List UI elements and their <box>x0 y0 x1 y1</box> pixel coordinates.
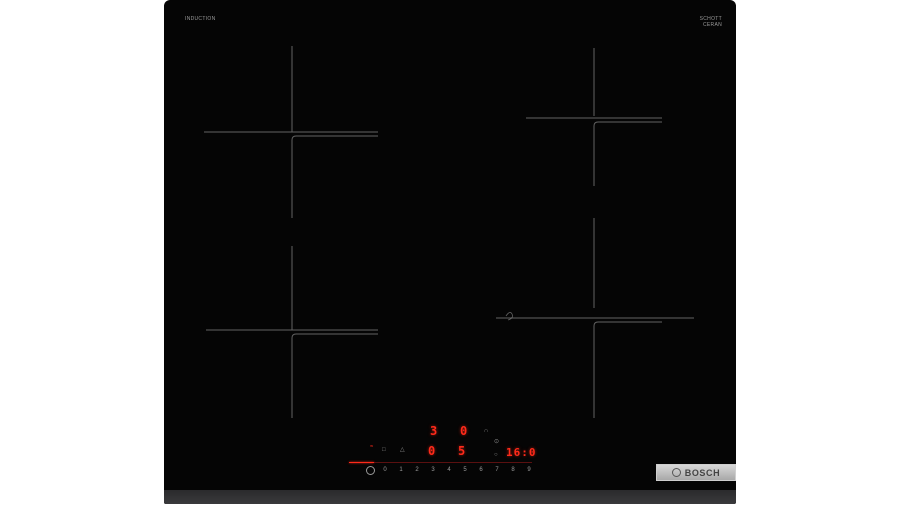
flex-zone-icon[interactable]: ∩ <box>484 428 488 434</box>
power-level-4[interactable]: 4 <box>444 467 454 473</box>
power-icon[interactable] <box>366 466 375 475</box>
power-level-0[interactable]: 0 <box>380 467 390 473</box>
flex-zone-icon <box>505 312 513 321</box>
timer-display: 16:0 <box>506 446 537 459</box>
timer-icon[interactable]: ⊙ <box>494 438 499 445</box>
display-mid-right: 5 <box>458 444 467 458</box>
power-slider-track[interactable] <box>349 462 532 463</box>
zone-rear-right-marker <box>526 48 662 186</box>
power-level-1[interactable]: 1 <box>396 467 406 473</box>
display-top-right: 0 <box>460 424 469 438</box>
wifi-icon[interactable]: ≈ <box>370 444 373 450</box>
lock-icon[interactable]: □ <box>382 447 386 453</box>
timer-icon[interactable]: ○ <box>494 452 498 458</box>
power-level-9[interactable]: 9 <box>524 467 534 473</box>
power-level-2[interactable]: 2 <box>412 467 422 473</box>
zone-rear-left-marker <box>204 46 378 218</box>
power-level-8[interactable]: 8 <box>508 467 518 473</box>
power-scale[interactable]: 0 1 2 3 4 5 6 7 8 9 <box>380 467 534 473</box>
induction-cooktop: INDUCTION SCHOTT CERAN 3 0 0 5 16:0 ≈ □ … <box>164 0 736 504</box>
display-top-left: 3 <box>430 424 439 438</box>
power-level-3[interactable]: 3 <box>428 467 438 473</box>
cooktop-frame <box>164 490 736 504</box>
power-level-5[interactable]: 5 <box>460 467 470 473</box>
zone-front-left-marker <box>206 246 378 418</box>
bosch-badge: BOSCH <box>656 464 736 481</box>
bosch-logo-icon <box>671 468 681 477</box>
cooking-zones <box>204 46 694 418</box>
zone-front-right-marker <box>496 218 694 418</box>
display-mid-left: 0 <box>428 444 437 458</box>
power-slider-level <box>349 462 374 463</box>
brand-name: BOSCH <box>684 467 721 478</box>
power-level-7[interactable]: 7 <box>492 467 502 473</box>
power-level-6[interactable]: 6 <box>476 467 486 473</box>
pan-icon[interactable]: △ <box>400 446 405 453</box>
